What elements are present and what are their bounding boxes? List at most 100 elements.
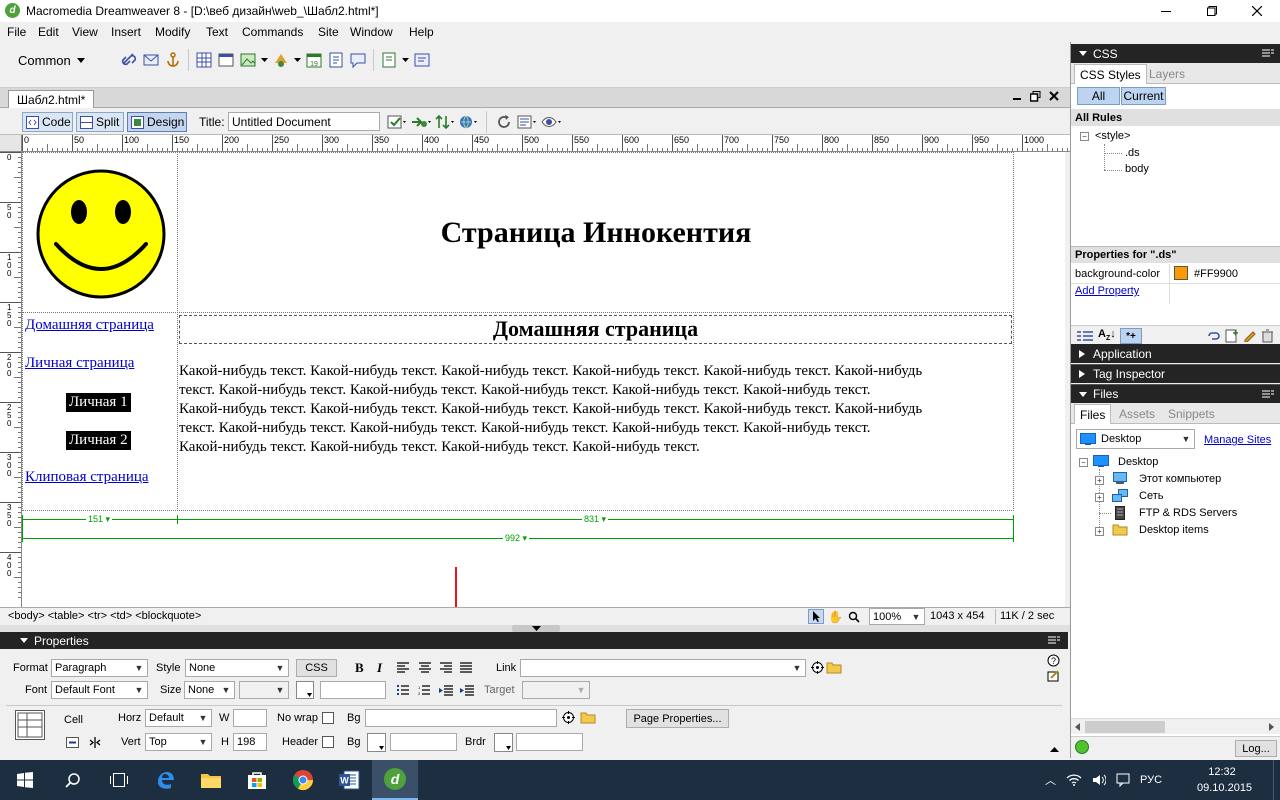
vert-align-select[interactable]: Top ▼: [145, 733, 212, 751]
text-outdent-icon[interactable]: [439, 685, 453, 696]
menu-modify[interactable]: Modify: [155, 25, 190, 39]
style-select[interactable]: None ▼: [185, 659, 289, 677]
files-panel-header[interactable]: Files: [1071, 384, 1280, 403]
page-properties-button[interactable]: Page Properties...: [626, 709, 729, 728]
rule-style[interactable]: <style>: [1095, 130, 1130, 142]
bg-color-input[interactable]: [390, 733, 457, 751]
text-color-input[interactable]: [320, 681, 386, 699]
code-view-button[interactable]: Code: [22, 112, 73, 132]
tab-layers[interactable]: Layers: [1149, 67, 1185, 81]
size-units-select[interactable]: ▼: [239, 681, 289, 699]
attach-style-sheet-icon[interactable]: [1207, 330, 1221, 342]
no-browser-check-errors-icon[interactable]: [386, 111, 408, 133]
cell-width-input[interactable]: [233, 709, 267, 727]
size-select[interactable]: None ▼: [184, 681, 235, 699]
point-to-file-icon[interactable]: [562, 711, 575, 724]
tab-files[interactable]: Files: [1074, 404, 1112, 424]
server-side-include-icon[interactable]: [325, 49, 347, 71]
zoom-tool-icon[interactable]: [848, 611, 860, 623]
files-hscrollbar[interactable]: [1071, 718, 1280, 734]
nav-link-personal[interactable]: Личная страница: [25, 355, 134, 372]
search-button[interactable]: [50, 760, 96, 800]
doc-minimize-button[interactable]: [1012, 92, 1022, 102]
format-select[interactable]: Paragraph ▼: [51, 659, 148, 677]
chevron-down-icon[interactable]: [294, 58, 301, 62]
expand-toggle[interactable]: +: [1095, 476, 1104, 485]
bold-button[interactable]: B: [355, 660, 364, 676]
taskbar-word[interactable]: W: [326, 760, 372, 800]
quick-tag-editor-icon[interactable]: [1047, 669, 1060, 682]
collapse-arrow-icon[interactable]: [1050, 747, 1059, 752]
options-menu-icon[interactable]: [1048, 636, 1060, 645]
mode-current-button[interactable]: Current: [1121, 87, 1166, 105]
design-view-button[interactable]: Design: [127, 112, 187, 132]
site-select[interactable]: Desktop ▼: [1076, 429, 1195, 449]
menu-commands[interactable]: Commands: [242, 25, 303, 39]
table-icon[interactable]: [193, 49, 215, 71]
validate-markup-icon[interactable]: [410, 111, 432, 133]
design-canvas[interactable]: Страница Иннокентия Домашняя страница Ли…: [22, 152, 1065, 607]
menu-insert[interactable]: Insert: [111, 25, 141, 39]
rule-body[interactable]: body: [1125, 163, 1149, 175]
browse-folder-icon[interactable]: [580, 711, 596, 724]
border-color-input[interactable]: [516, 733, 583, 751]
align-center-icon[interactable]: [419, 662, 431, 673]
visual-aids-icon[interactable]: [541, 111, 563, 133]
select-tool-button[interactable]: [808, 609, 824, 624]
bg-image-input[interactable]: [365, 709, 557, 727]
nav-button-personal-1[interactable]: Личная 1: [66, 393, 131, 412]
prop-color-swatch[interactable]: [1174, 266, 1188, 280]
tab-snippets[interactable]: Snippets: [1168, 407, 1215, 421]
task-view-button[interactable]: [96, 760, 142, 800]
email-link-icon[interactable]: [140, 49, 162, 71]
wifi-icon[interactable]: [1066, 774, 1082, 786]
tag-selector[interactable]: <body> <table> <tr> <td> <blockquote>: [8, 610, 201, 622]
text-color-picker[interactable]: [296, 681, 314, 699]
clock[interactable]: 12:32 09.10.2015: [1197, 764, 1252, 796]
chevron-down-icon[interactable]: [261, 58, 268, 62]
font-select[interactable]: Default Font ▼: [51, 681, 148, 699]
menu-file[interactable]: File: [7, 25, 26, 39]
cell-height-input[interactable]: 198: [233, 733, 267, 751]
document-title-input[interactable]: Untitled Document: [228, 112, 380, 131]
expand-toggle[interactable]: +: [1095, 493, 1104, 502]
delete-rule-icon[interactable]: [1261, 329, 1274, 343]
italic-button[interactable]: I: [377, 660, 382, 676]
file-management-icon[interactable]: [434, 111, 456, 133]
align-left-icon[interactable]: [397, 662, 409, 673]
head-content-icon[interactable]: [378, 49, 400, 71]
nav-link-clips[interactable]: Клиповая страница: [25, 469, 149, 486]
menu-help[interactable]: Help: [409, 25, 434, 39]
merge-cells-icon[interactable]: [66, 737, 79, 748]
layer-icon[interactable]: [215, 49, 237, 71]
table-width-label[interactable]: 992 ▾: [503, 533, 530, 543]
edit-style-icon[interactable]: [1243, 329, 1256, 342]
mode-all-button[interactable]: All: [1077, 87, 1120, 105]
split-cell-icon[interactable]: [88, 737, 102, 748]
prop-value[interactable]: #FF9900: [1194, 268, 1238, 280]
border-color-picker[interactable]: [494, 733, 513, 752]
options-menu-icon[interactable]: [1262, 49, 1274, 58]
tree-item-ftp-rds[interactable]: FTP & RDS Servers: [1139, 507, 1237, 519]
expand-toggle[interactable]: +: [1095, 527, 1104, 536]
col1-width-label[interactable]: 151 ▾: [86, 514, 113, 524]
text-indent-icon[interactable]: [460, 685, 474, 696]
align-justify-icon[interactable]: [460, 662, 472, 673]
taskbar-chrome[interactable]: [280, 760, 326, 800]
smiley-image[interactable]: [36, 169, 166, 299]
refresh-design-view-icon[interactable]: [493, 111, 515, 133]
rule-ds[interactable]: .ds: [1125, 147, 1140, 159]
menu-edit[interactable]: Edit: [38, 25, 59, 39]
panel-splitter[interactable]: [0, 625, 1070, 632]
taskbar-explorer[interactable]: [188, 760, 234, 800]
help-icon[interactable]: ?: [1047, 654, 1060, 667]
collapse-toggle[interactable]: −: [1079, 458, 1088, 467]
collapse-toggle[interactable]: −: [1080, 132, 1089, 141]
scrollbar-thumb[interactable]: [1085, 721, 1165, 733]
css-panel-header[interactable]: CSS: [1071, 44, 1280, 63]
application-panel-header[interactable]: Application: [1071, 344, 1280, 363]
chevron-down-icon[interactable]: [402, 58, 409, 62]
image-icon[interactable]: [237, 49, 259, 71]
nav-button-personal-2[interactable]: Личная 2: [66, 431, 131, 450]
split-view-button[interactable]: Split: [76, 112, 124, 132]
